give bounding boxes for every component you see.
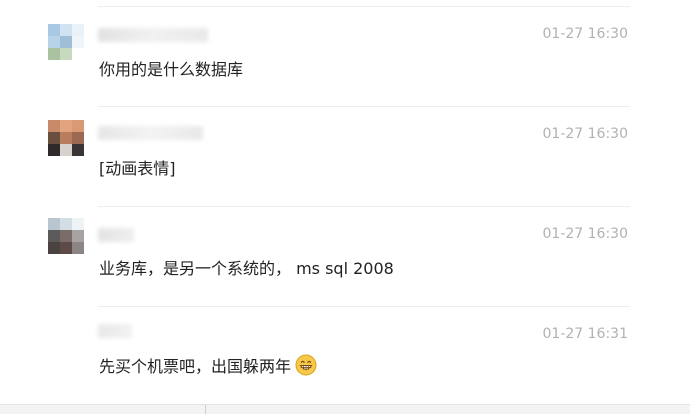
message-text: 你用的是什么数据库 <box>99 56 243 80</box>
message-text-content: 业务库，是另一个系统的， ms sql 2008 <box>99 259 394 278</box>
sender-name-blurred <box>98 228 134 242</box>
message-time: 01-27 16:31 <box>542 326 628 342</box>
sender-name-blurred <box>98 126 203 140</box>
message-text-content: 你用的是什么数据库 <box>99 60 244 79</box>
sender-name-blurred <box>98 324 132 338</box>
message-time: 01-27 16:30 <box>542 226 628 242</box>
bottom-bar <box>0 404 690 414</box>
avatar[interactable] <box>48 218 84 254</box>
avatar[interactable] <box>48 24 84 60</box>
message-divider <box>98 6 630 7</box>
bottom-bar-divider <box>205 405 206 414</box>
message-text-content: [动画表情] <box>99 159 176 178</box>
chat-message[interactable]: 01-27 16:30 [动画表情] <box>0 106 690 206</box>
message-text: 先买个机票吧，出国躲两年 <box>99 353 317 377</box>
grinning-face-icon <box>295 354 317 376</box>
chat-message[interactable]: 01-27 16:31 先买个机票吧，出国躲两年 <box>0 306 690 406</box>
chat-message[interactable]: 01-27 16:30 业务库，是另一个系统的， ms sql 2008 <box>0 206 690 306</box>
chat-message-list: 01-27 16:30 你用的是什么数据库 01-27 16:30 [动画表情] <box>0 0 690 414</box>
message-divider <box>98 206 630 207</box>
message-divider <box>98 106 630 107</box>
chat-message[interactable]: 01-27 16:30 你用的是什么数据库 <box>0 6 690 106</box>
message-divider <box>98 306 630 307</box>
message-text: 业务库，是另一个系统的， ms sql 2008 <box>99 255 394 279</box>
message-text: [动画表情] <box>99 155 176 179</box>
sender-name-blurred <box>98 28 208 42</box>
message-time: 01-27 16:30 <box>542 26 628 42</box>
avatar[interactable] <box>48 120 84 156</box>
message-text-content: 先买个机票吧，出国躲两年 <box>99 357 292 376</box>
message-time: 01-27 16:30 <box>542 126 628 142</box>
